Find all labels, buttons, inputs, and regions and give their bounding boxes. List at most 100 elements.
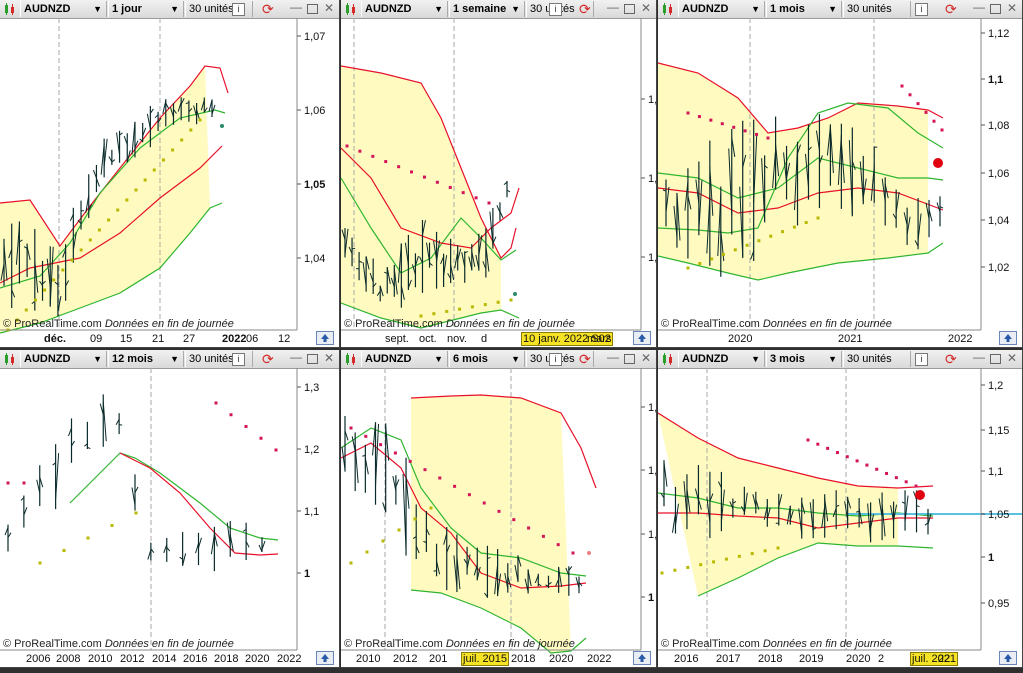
minimize-icon[interactable]: — [973, 0, 985, 14]
info-icon[interactable]: i [232, 353, 245, 366]
alert-marker[interactable] [933, 158, 943, 168]
period-dropdown[interactable]: 6 mois ▼ [449, 351, 525, 367]
y-tick-label: 1,05 [988, 509, 1009, 521]
chart-panel-3[interactable]: AUDNZD ▼ 1 mois ▼ 30 unités i ⟳ — ✕ 1,12 1,1 1,08 1,… [658, 0, 1023, 348]
sar-dot [180, 138, 184, 142]
ohlc-bar [936, 196, 944, 227]
candlestick-icon[interactable] [661, 352, 675, 366]
maximize-icon[interactable] [307, 4, 318, 14]
scroll-to-end-button[interactable] [999, 651, 1017, 665]
scroll-to-end-button[interactable] [316, 651, 334, 665]
sar-dot [244, 425, 248, 428]
maximize-icon[interactable] [990, 4, 1001, 14]
close-icon[interactable]: ✕ [641, 351, 651, 365]
price-chart[interactable]: 1,07 1,06 1,05 1,04 [0, 18, 340, 348]
sync-icon[interactable]: ⟳ [262, 1, 274, 18]
sar-dot [482, 501, 486, 505]
chart-toolbar: AUDNZD▼6 mois▼30 unitési⟳—✕ [341, 350, 656, 369]
price-chart[interactable]: 1,12 1,1 1,08 1,06 1,04 1,02 [658, 18, 1023, 348]
ohlc-bar [660, 460, 668, 507]
sar-dot [737, 554, 741, 558]
scroll-to-end-button[interactable] [999, 331, 1017, 345]
price-chart[interactable]: 1,08 1,06 1,04 [341, 18, 657, 348]
chart-panel-1[interactable]: AUDNZD ▼ 1 jour ▼ 30 unités i ⟳ — ✕ 1,07 1,06 1,05 1… [0, 0, 340, 348]
info-icon[interactable]: i [549, 353, 562, 366]
x-tick-label: 2017 [716, 653, 741, 665]
symbol-dropdown[interactable]: AUDNZD ▼ [361, 1, 448, 17]
period-dropdown[interactable]: 1 semaine ▼ [449, 1, 525, 17]
close-icon[interactable]: ✕ [324, 351, 334, 365]
close-icon[interactable]: ✕ [641, 1, 651, 15]
sar-dot [410, 170, 414, 174]
sync-icon[interactable]: ⟳ [945, 351, 957, 368]
symbol-dropdown[interactable]: AUDNZD ▼ [678, 1, 765, 17]
sync-icon[interactable]: ⟳ [579, 351, 591, 368]
close-icon[interactable]: ✕ [1007, 1, 1017, 15]
candlestick-icon[interactable] [3, 2, 17, 16]
sync-icon[interactable]: ⟳ [262, 351, 274, 368]
sar-dot [134, 511, 138, 515]
close-icon[interactable]: ✕ [1007, 351, 1017, 365]
price-chart[interactable]: 1,3 1,2 1,1 1 [0, 368, 340, 668]
maximize-icon[interactable] [307, 354, 318, 364]
sar-dot [408, 459, 412, 463]
minimize-icon[interactable]: — [290, 350, 302, 364]
period-dropdown[interactable]: 1 jour ▼ [108, 1, 184, 17]
sar-dot [660, 571, 664, 575]
maximize-icon[interactable] [624, 354, 635, 364]
sar-dot [512, 518, 516, 522]
watermark: © ProRealTime.com Données en fin de jour… [344, 318, 575, 330]
units-label: 30 unités [189, 353, 234, 365]
chart-panel-4[interactable]: AUDNZD ▼ 12 mois ▼ 30 unités i ⟳ — ✕ 1,3 1,2 1,1 1 20… [0, 350, 340, 668]
info-icon[interactable]: i [549, 3, 562, 16]
candlestick-icon[interactable] [344, 352, 358, 366]
close-icon[interactable]: ✕ [324, 1, 334, 15]
alert-marker[interactable] [915, 490, 925, 500]
symbol-dropdown[interactable]: AUDNZD ▼ [20, 1, 107, 17]
chevron-down-icon: ▼ [93, 354, 102, 364]
period-dropdown[interactable]: 12 mois ▼ [108, 351, 184, 367]
sar-dot [474, 196, 478, 200]
candlestick-icon[interactable] [3, 352, 17, 366]
chart-panel-5[interactable]: AUDNZD▼6 mois▼30 unitési⟳—✕1,31,21,11201… [341, 350, 657, 668]
period-dropdown[interactable]: 1 mois ▼ [766, 1, 842, 17]
watermark-note: Données en fin de journée [104, 638, 234, 650]
units-dropdown[interactable]: 30 unités [843, 1, 911, 17]
sar-dot [732, 125, 736, 129]
sar-dot [435, 180, 439, 184]
symbol-dropdown[interactable]: AUDNZD ▼ [678, 351, 765, 367]
period-label: 1 semaine [453, 3, 507, 15]
units-dropdown[interactable]: 30 unités [843, 351, 911, 367]
minimize-icon[interactable]: — [973, 350, 985, 364]
price-chart[interactable]: 1,3 1,2 1,1 1 [341, 368, 657, 668]
sar-dot [766, 136, 770, 140]
maximize-icon[interactable] [624, 4, 635, 14]
minimize-icon[interactable]: — [607, 350, 619, 364]
candlestick-icon[interactable] [344, 2, 358, 16]
sar-dot [86, 536, 90, 540]
x-tick-label: 2020 [728, 333, 753, 345]
minimize-icon[interactable]: — [607, 0, 619, 14]
info-icon[interactable]: i [915, 353, 928, 366]
price-chart[interactable]: 1,2 1,15 1,1 1,05 1 0,95 [658, 368, 1023, 668]
maximize-icon[interactable] [990, 354, 1001, 364]
symbol-dropdown[interactable]: AUDNZD ▼ [361, 351, 448, 367]
x-tick-label: 22 [938, 653, 951, 665]
sync-icon[interactable]: ⟳ [579, 1, 591, 18]
candlestick-icon[interactable] [661, 2, 675, 16]
chart-panel-6[interactable]: AUDNZD ▼ 3 mois ▼ 30 unités i ⟳ — ✕ 1,2 1,15 1,1 1,0… [658, 350, 1023, 668]
info-icon[interactable]: i [232, 3, 245, 16]
minimize-icon[interactable]: — [290, 0, 302, 14]
scroll-to-end-button[interactable] [633, 331, 651, 345]
scroll-to-end-button[interactable] [316, 331, 334, 345]
symbol-dropdown[interactable]: AUDNZD ▼ [20, 351, 107, 367]
chart-panel-2[interactable]: AUDNZD▼1 semaine▼30 unitési⟳—✕1,081,061,… [341, 0, 657, 348]
sync-icon[interactable]: ⟳ [945, 1, 957, 18]
x-tick-label: 2006 [26, 653, 51, 665]
info-icon[interactable]: i [915, 3, 928, 16]
sar-dot [110, 524, 114, 527]
scroll-to-end-button[interactable] [633, 651, 651, 665]
period-dropdown[interactable]: 3 mois ▼ [766, 351, 842, 367]
sar-dot [38, 561, 42, 565]
sar-dot [496, 300, 500, 304]
